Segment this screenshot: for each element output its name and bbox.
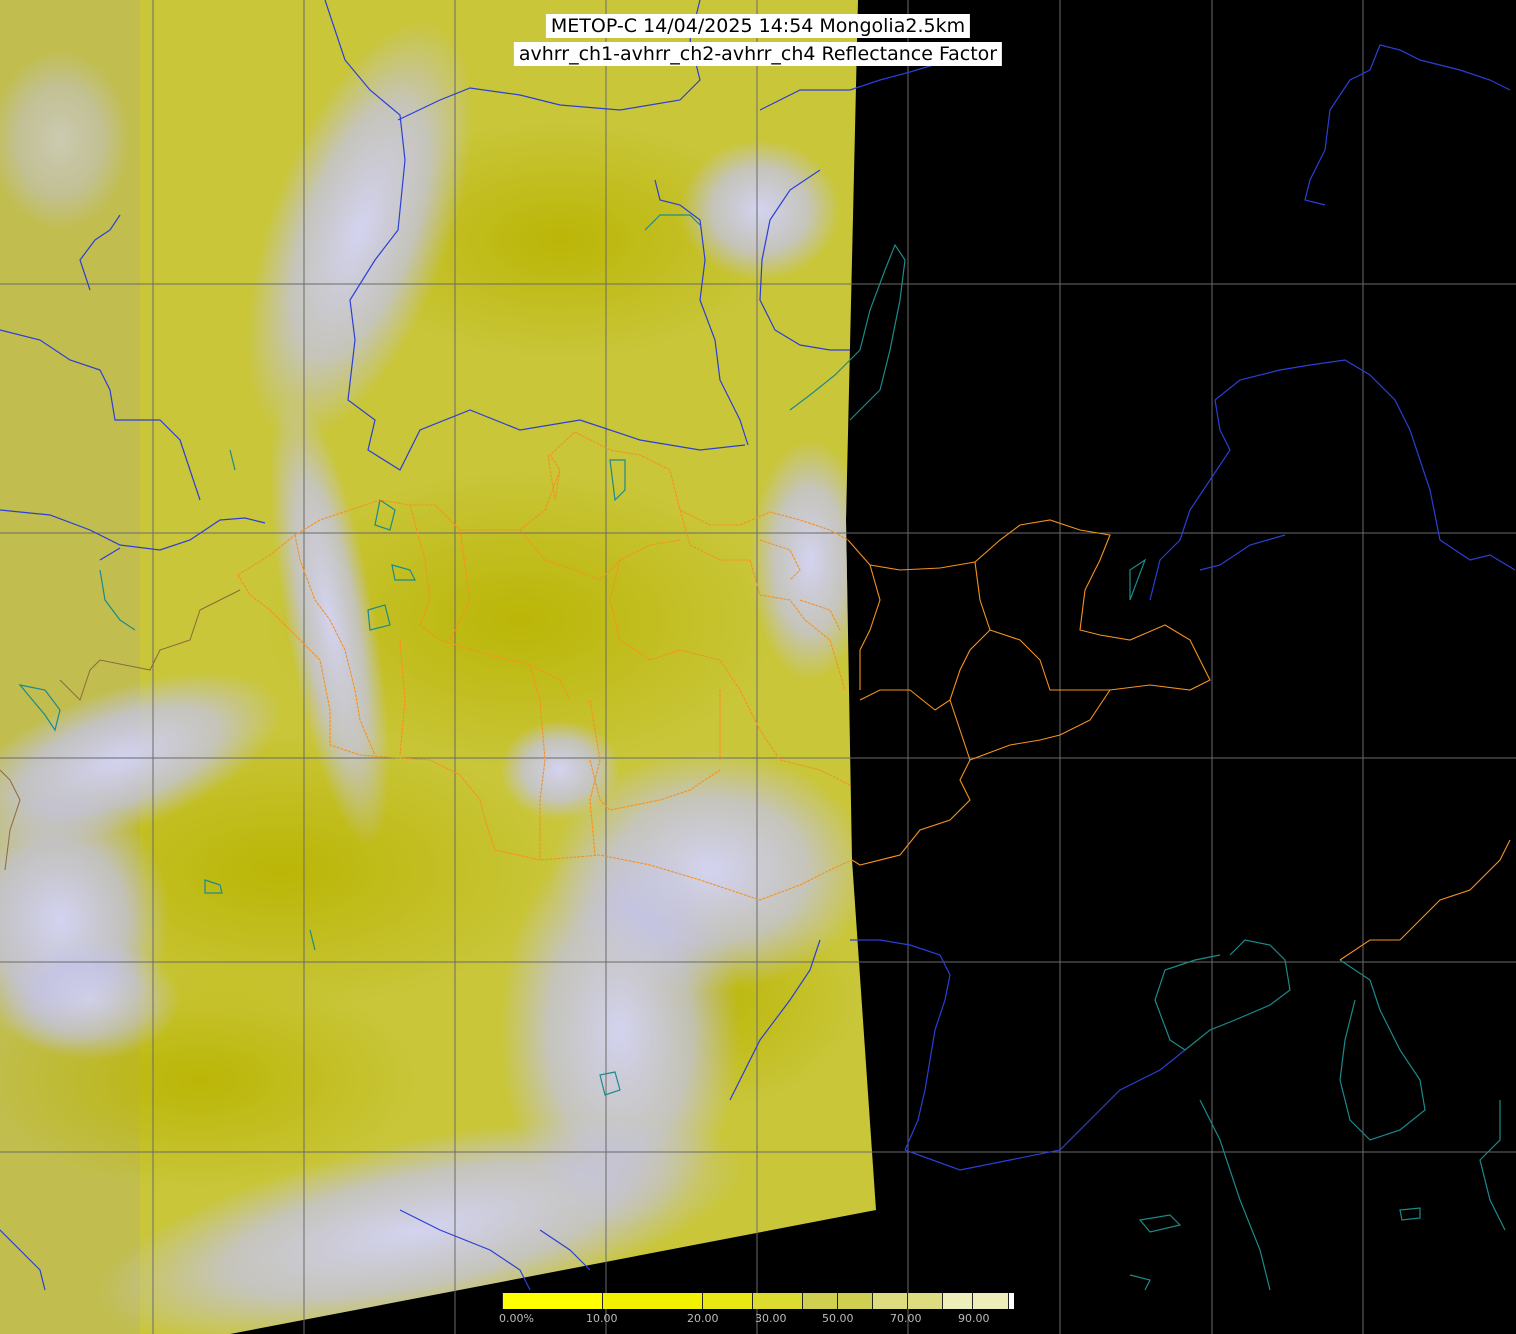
colorbar-tick [802,1293,803,1309]
colorbar-tick [752,1293,753,1309]
colorbar-label-90: 90.00 [958,1312,990,1325]
colorbar-label-50: 50.00 [822,1312,854,1325]
colorbar-tick [1008,1293,1009,1309]
title-line-2: avhrr_ch1-avhrr_ch2-avhrr_ch4 Reflectanc… [513,42,1003,66]
colorbar-label-0: 0.00% [499,1312,534,1325]
colorbar-tick [702,1293,703,1309]
satellite-map [0,0,1516,1334]
colorbar-segment [752,1293,802,1309]
colorbar-tick [502,1293,503,1309]
colorbar-tick [942,1293,943,1309]
colorbar-segment [942,1293,1008,1309]
colorbar-tick [907,1293,908,1309]
colorbar-tick [602,1293,603,1309]
title-line-1: METOP-C 14/04/2025 14:54 Mongolia2.5km [545,14,971,38]
colorbar-label-10: 10.00 [586,1312,618,1325]
colorbar-label-30: 30.00 [755,1312,787,1325]
colorbar-label-20: 20.00 [687,1312,719,1325]
colorbar-segment [502,1293,602,1309]
colorbar [502,1293,1014,1309]
colorbar-segment [602,1293,702,1309]
colorbar-label-70: 70.00 [890,1312,922,1325]
colorbar-tick [837,1293,838,1309]
colorbar-segment [702,1293,752,1309]
colorbar-tick [972,1293,973,1309]
colorbar-tick [872,1293,873,1309]
